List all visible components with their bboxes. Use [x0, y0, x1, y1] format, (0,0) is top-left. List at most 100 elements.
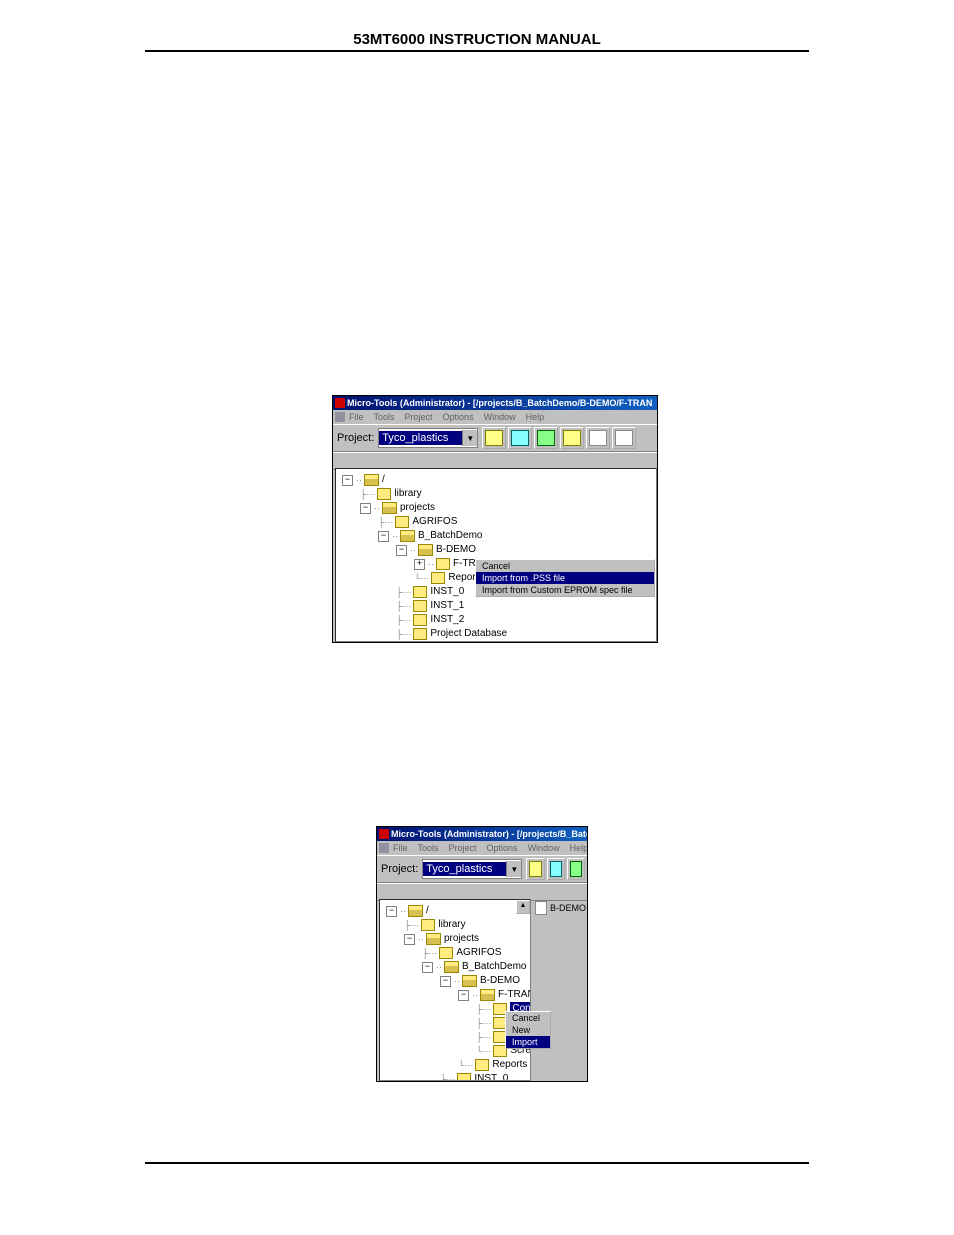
- tree-item-reports[interactable]: └···Reports: [386, 1058, 526, 1072]
- tree-item-ftran[interactable]: −··F-TRAN Programs: [386, 988, 526, 1002]
- folder-icon: [382, 502, 397, 514]
- tree-item-projects[interactable]: −··projects: [342, 501, 652, 515]
- tree-label: library: [394, 487, 421, 501]
- tree-label: Reports: [492, 1058, 527, 1072]
- folder-icon: [377, 488, 391, 500]
- page-header: 53MT6000 INSTRUCTION MANUAL: [145, 31, 809, 48]
- chevron-down-icon[interactable]: ▼: [462, 430, 477, 446]
- folder-icon: [480, 989, 495, 1001]
- tree-label: B-DEMO: [480, 974, 520, 988]
- context-menu[interactable]: Cancel Import from .PSS file Import from…: [475, 559, 655, 597]
- tree-label: INST_0: [474, 1072, 508, 1081]
- project-select[interactable]: Tyco_plastics ▼: [378, 428, 478, 448]
- tree-item-project-database[interactable]: ├···Project Database: [342, 627, 652, 641]
- toolbar-button-3[interactable]: [567, 858, 585, 880]
- tree-label: INST_2: [430, 613, 464, 627]
- tree-item-inst2[interactable]: ├···INST_2: [342, 613, 652, 627]
- screenshot-2: Micro-Tools (Administrator) - [/projects…: [376, 826, 588, 1082]
- context-import[interactable]: Import: [506, 1036, 550, 1048]
- tree-item-agrifos[interactable]: ├···AGRIFOS: [386, 946, 526, 960]
- folder-icon: [426, 933, 441, 945]
- header-divider: [145, 50, 809, 52]
- toolbar-button-1[interactable]: [526, 858, 544, 880]
- tree-label: INST_0: [430, 585, 464, 599]
- toolbar-button-4[interactable]: [560, 427, 584, 449]
- context-new[interactable]: New: [506, 1024, 550, 1036]
- folder-icon: [408, 905, 423, 917]
- tree-root[interactable]: −··/: [386, 904, 526, 918]
- tree-label: B_BatchDemo: [418, 529, 482, 543]
- menu-bar: File Tools Project Options Window Help: [333, 410, 657, 424]
- tree-item-bdemo[interactable]: −··B-DEMO: [342, 543, 652, 557]
- folder-icon: [413, 614, 427, 626]
- window-titlebar[interactable]: Micro-Tools (Administrator) - [/projects…: [333, 396, 657, 410]
- window-titlebar[interactable]: Micro-Tools (Administrator) - [/projects…: [377, 827, 587, 841]
- tree-label: library: [438, 918, 465, 932]
- tree-item-bdemo[interactable]: −··B-DEMO: [386, 974, 526, 988]
- toolbar-button-2[interactable]: [508, 427, 532, 449]
- tree-panel: −··/ ├···library −··projects ├···AGRIFOS…: [335, 468, 657, 642]
- folder-icon: [462, 975, 477, 987]
- menu-window[interactable]: Window: [528, 843, 560, 853]
- tree-item-inst1[interactable]: ├···INST_1: [342, 599, 652, 613]
- folder-tree[interactable]: −··/ ├···library −··projects ├···AGRIFOS…: [380, 900, 530, 1081]
- side-document-label[interactable]: B-DEMO: [535, 901, 586, 915]
- window-title: Micro-Tools (Administrator) - [/projects…: [391, 829, 587, 839]
- tree-label: B_BatchDemo: [462, 960, 526, 974]
- toolbar-button-1[interactable]: [482, 427, 506, 449]
- folder-icon: [444, 961, 459, 973]
- mdi-icon[interactable]: [379, 843, 389, 853]
- toolbar-button-2[interactable]: [547, 858, 565, 880]
- toolbar: Project: Tyco_plastics ▼: [377, 855, 587, 883]
- menu-window[interactable]: Window: [484, 412, 516, 422]
- window-title: Micro-Tools (Administrator) - [/projects…: [347, 398, 652, 408]
- menu-bar: File Tools Project Options Window Help: [377, 841, 587, 855]
- toolbar-button-5[interactable]: [586, 427, 610, 449]
- tree-item-library[interactable]: ├···library: [386, 918, 526, 932]
- app-icon: [335, 398, 345, 408]
- folder-tree[interactable]: −··/ ├···library −··projects ├···AGRIFOS…: [336, 469, 656, 642]
- tree-item-batchdemo[interactable]: −··B_BatchDemo: [342, 529, 652, 543]
- tree-label: projects: [400, 501, 435, 515]
- folder-icon: [439, 947, 453, 959]
- menu-tools[interactable]: Tools: [418, 843, 439, 853]
- menu-tools[interactable]: Tools: [374, 412, 395, 422]
- project-selected: Tyco_plastics: [379, 431, 462, 445]
- menu-help[interactable]: Help: [570, 843, 588, 853]
- menu-options[interactable]: Options: [443, 412, 474, 422]
- project-select[interactable]: Tyco_plastics ▼: [422, 859, 522, 879]
- side-label-text: B-DEMO: [550, 903, 586, 913]
- tree-item-projects[interactable]: −··projects: [386, 932, 526, 946]
- context-cancel[interactable]: Cancel: [506, 1012, 550, 1024]
- tree-item-include-files[interactable]: └···Include Files: [342, 641, 652, 642]
- tree-item-batchdemo[interactable]: −··B_BatchDemo: [386, 960, 526, 974]
- menu-options[interactable]: Options: [487, 843, 518, 853]
- tree-label: /: [426, 904, 429, 918]
- tree-item-agrifos[interactable]: ├···AGRIFOS: [342, 515, 652, 529]
- context-menu[interactable]: Cancel New Import: [505, 1011, 551, 1049]
- menu-file[interactable]: File: [349, 412, 364, 422]
- tree-item-inst0[interactable]: ├···INST_0: [386, 1072, 526, 1081]
- tree-item-library[interactable]: ├···library: [342, 487, 652, 501]
- toolbar-button-3[interactable]: [534, 427, 558, 449]
- menu-project[interactable]: Project: [405, 412, 433, 422]
- tree-label: B-DEMO: [436, 543, 476, 557]
- context-import-eprom[interactable]: Import from Custom EPROM spec file: [476, 584, 654, 596]
- menu-project[interactable]: Project: [449, 843, 477, 853]
- project-label: Project:: [337, 432, 374, 444]
- tree-root[interactable]: −··/: [342, 473, 652, 487]
- chevron-down-icon[interactable]: ▼: [506, 861, 521, 877]
- folder-icon: [413, 600, 427, 612]
- scroll-up-button[interactable]: ▲: [516, 900, 530, 914]
- tree-label: AGRIFOS: [412, 515, 457, 529]
- tree-panel: ▲ −··/ ├···library −··projects ├···AGRIF…: [379, 899, 531, 1081]
- tree-label: AGRIFOS: [456, 946, 501, 960]
- folder-icon: [413, 628, 427, 640]
- menu-file[interactable]: File: [393, 843, 408, 853]
- context-cancel[interactable]: Cancel: [476, 560, 654, 572]
- folder-icon: [421, 919, 435, 931]
- menu-help[interactable]: Help: [526, 412, 545, 422]
- mdi-icon[interactable]: [335, 412, 345, 422]
- toolbar-button-6[interactable]: [612, 427, 636, 449]
- context-import-pss[interactable]: Import from .PSS file: [476, 572, 654, 584]
